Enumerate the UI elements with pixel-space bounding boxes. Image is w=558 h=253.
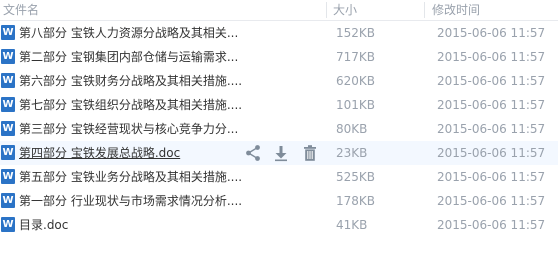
file-date: 2015-06-06 11:57	[437, 218, 546, 232]
file-size: 620KB	[336, 74, 376, 88]
file-row[interactable]: W 第五部分 宝铁业务分战略及其相关措施.... 525KB 2015-06-0…	[0, 165, 558, 189]
column-divider[interactable]	[326, 2, 327, 18]
file-row[interactable]: W 第七部分 宝铁组织分战略及其相关措施.... 101KB 2015-06-0…	[0, 93, 558, 117]
file-size: 80KB	[336, 122, 368, 136]
word-doc-icon: W	[1, 49, 15, 64]
word-doc-icon: W	[1, 145, 15, 160]
file-date: 2015-06-06 11:57	[437, 50, 546, 64]
file-list: 文件名 大小 修改时间 W 第八部分 宝铁人力资源分战略及其相关... 152K…	[0, 0, 558, 253]
file-row[interactable]: W 第八部分 宝铁人力资源分战略及其相关... 152KB 2015-06-06…	[0, 21, 558, 45]
file-size: 152KB	[336, 26, 376, 40]
file-date: 2015-06-06 11:57	[437, 194, 546, 208]
column-header-name[interactable]: 文件名	[3, 2, 39, 18]
file-row[interactable]: W 第六部分 宝铁财务分战略及其相关措施.... 620KB 2015-06-0…	[0, 69, 558, 93]
file-date: 2015-06-06 11:57	[437, 122, 546, 136]
file-date: 2015-06-06 11:57	[437, 74, 546, 88]
file-name[interactable]: 第四部分 宝铁发展总战略.doc	[19, 145, 180, 161]
file-size: 178KB	[336, 194, 376, 208]
word-doc-icon: W	[1, 169, 15, 184]
share-icon[interactable]	[244, 144, 262, 162]
file-name[interactable]: 第七部分 宝铁组织分战略及其相关措施....	[19, 97, 242, 113]
file-row[interactable]: W 第二部分 宝钢集团内部仓储与运输需求... 717KB 2015-06-06…	[0, 45, 558, 69]
word-doc-icon: W	[1, 193, 15, 208]
file-name[interactable]: 目录.doc	[19, 217, 68, 233]
file-rows: W 第八部分 宝铁人力资源分战略及其相关... 152KB 2015-06-06…	[0, 21, 558, 237]
word-doc-icon: W	[1, 25, 15, 40]
file-row-hovered[interactable]: W 第四部分 宝铁发展总战略.doc 23KB 2015-06-06 11:57	[0, 141, 558, 165]
file-row[interactable]: W 第一部分 行业现状与市场需求情况分析.... 178KB 2015-06-0…	[0, 189, 558, 213]
word-doc-icon: W	[1, 121, 15, 136]
download-icon[interactable]	[272, 144, 290, 162]
file-date: 2015-06-06 11:57	[437, 26, 546, 40]
file-name[interactable]: 第二部分 宝钢集团内部仓储与运输需求...	[19, 49, 238, 65]
file-row[interactable]: W 目录.doc 41KB 2015-06-06 11:57	[0, 213, 558, 237]
file-size: 23KB	[336, 146, 368, 160]
column-header: 文件名 大小 修改时间	[0, 0, 558, 21]
file-name[interactable]: 第三部分 宝铁经营现状与核心竞争力分...	[19, 121, 238, 137]
word-doc-icon: W	[1, 217, 15, 232]
file-name[interactable]: 第一部分 行业现状与市场需求情况分析....	[19, 193, 242, 209]
file-name[interactable]: 第八部分 宝铁人力资源分战略及其相关...	[19, 25, 238, 41]
column-divider[interactable]	[424, 2, 425, 18]
file-name[interactable]: 第五部分 宝铁业务分战略及其相关措施....	[19, 169, 242, 185]
column-header-date[interactable]: 修改时间	[432, 2, 480, 18]
word-doc-icon: W	[1, 73, 15, 88]
file-date: 2015-06-06 11:57	[437, 146, 546, 160]
file-size: 101KB	[336, 98, 376, 112]
file-name[interactable]: 第六部分 宝铁财务分战略及其相关措施....	[19, 73, 242, 89]
trash-icon[interactable]	[301, 144, 319, 162]
column-header-size[interactable]: 大小	[333, 2, 357, 18]
file-row[interactable]: W 第三部分 宝铁经营现状与核心竞争力分... 80KB 2015-06-06 …	[0, 117, 558, 141]
file-date: 2015-06-06 11:57	[437, 98, 546, 112]
file-size: 717KB	[336, 50, 376, 64]
file-date: 2015-06-06 11:57	[437, 170, 546, 184]
file-size: 525KB	[336, 170, 376, 184]
file-size: 41KB	[336, 218, 368, 232]
word-doc-icon: W	[1, 97, 15, 112]
